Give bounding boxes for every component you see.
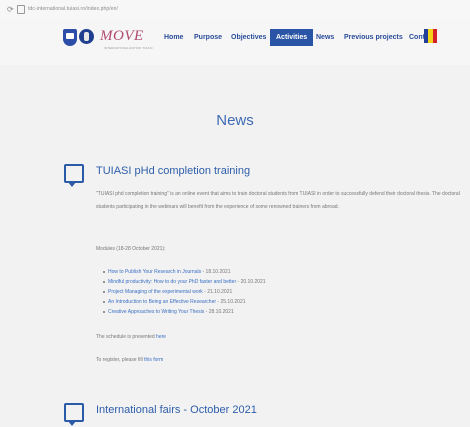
module-link[interactable]: Creative Approaches to Writing Your Thes… (108, 309, 204, 315)
speech-bubble-icon (64, 164, 84, 187)
university-circle-logo[interactable] (79, 29, 94, 44)
module-date: - 28.10.2021 (204, 309, 234, 315)
menu-item-news[interactable]: News (316, 34, 334, 41)
menu-item-objectives[interactable]: Objectives (231, 34, 266, 41)
register-text: To register, please fill (96, 357, 145, 363)
section-title-phd-training[interactable]: TUIASI pHd completion training (96, 165, 250, 177)
speech-bubble-icon (64, 403, 84, 426)
module-date: - 20.10.2021 (236, 279, 266, 285)
module-date: - 21.10.2021 (202, 289, 233, 295)
brand-subtitle: INTERNATIONALIZATION TUIASI (104, 46, 153, 50)
brand-logo-text[interactable]: MOVE (100, 28, 144, 45)
flag-stripe-red (432, 29, 437, 43)
module-link[interactable]: An Introduction to Being an Effective Re… (108, 299, 216, 305)
section-body: "TUIASI phd completion training" is an o… (96, 191, 460, 210)
language-flag-icon[interactable] (424, 29, 437, 43)
modules-label: Modules (18-28 October 2021): (96, 246, 166, 252)
list-item: Mindful productivity: How to do your PhD… (103, 277, 266, 287)
register-form-link[interactable]: this form (144, 357, 163, 363)
register-line: To register, please fill this form (96, 357, 163, 363)
section-title-international-fairs[interactable]: International fairs - October 2021 (96, 404, 257, 416)
list-item: Creative Approaches to Writing Your Thes… (103, 307, 266, 317)
page-title: News (216, 112, 254, 129)
lock-icon (17, 5, 25, 14)
menu-item-purpose[interactable]: Purpose (194, 34, 222, 41)
site-header: MOVE INTERNATIONALIZATION TUIASI Home Pu… (0, 20, 470, 65)
schedule-link[interactable]: here (156, 334, 166, 340)
reload-icon[interactable]: ⟳ (7, 5, 14, 14)
schedule-text: The schedule is presented (96, 334, 157, 340)
university-shield-logo[interactable] (63, 29, 77, 46)
modules-list: How to Publish Your Research in Journals… (103, 267, 266, 317)
list-item: Project Managing of the experimental wor… (103, 287, 266, 297)
module-link[interactable]: Project Managing of the experimental wor… (108, 289, 203, 295)
list-item: An Introduction to Being an Effective Re… (103, 297, 266, 307)
list-item: How to Publish Your Research in Journals… (103, 267, 266, 277)
url-text[interactable]: tdc-international.tuiasi.ro/index.php/en… (28, 6, 118, 12)
browser-address-bar[interactable]: ⟳ tdc-international.tuiasi.ro/index.php/… (0, 0, 470, 21)
module-date: - 25.10.2021 (216, 299, 246, 305)
menu-item-home[interactable]: Home (164, 34, 183, 41)
menu-item-previous-projects[interactable]: Previous projects (344, 34, 403, 41)
module-date: - 18.10.2021 (201, 269, 231, 275)
module-link[interactable]: Mindful productivity: How to do your PhD… (108, 279, 236, 285)
module-link[interactable]: How to Publish Your Research in Journals (108, 269, 201, 275)
schedule-line: The schedule is presented here (96, 334, 166, 340)
menu-item-activities[interactable]: Activities (270, 29, 314, 46)
